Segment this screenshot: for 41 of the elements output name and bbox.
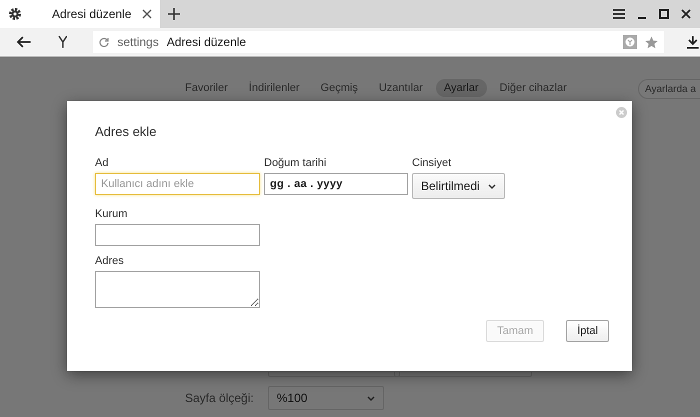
- input-field[interactable]: Kullanıcı adını ekle: [95, 173, 260, 195]
- field-label: Doğum tarihi: [264, 157, 328, 169]
- plus-icon[interactable]: [168, 8, 180, 20]
- gender-select[interactable]: Belirtilmedi: [412, 173, 505, 199]
- close-icon[interactable]: [142, 9, 152, 19]
- address-field[interactable]: [95, 271, 260, 308]
- address-bar[interactable]: settings Adresi düzenle: [93, 31, 664, 53]
- browser-tab[interactable]: Adresi düzenle: [0, 0, 160, 28]
- gear-icon: [8, 7, 22, 21]
- logo-icon[interactable]: [58, 35, 68, 49]
- select-field[interactable]: [394, 372, 532, 377]
- search-field[interactable]: Ayarlarda a: [638, 79, 700, 99]
- menu-icon[interactable]: [612, 8, 626, 20]
- nav-tab[interactable]: Geçmiş: [312, 79, 366, 97]
- field-label: Adres: [95, 255, 125, 267]
- reload-icon[interactable]: [99, 37, 110, 47]
- chevron-down-icon: [488, 184, 496, 188]
- url-scheme: settings: [117, 35, 159, 49]
- nav-tab[interactable]: Uzantılar: [370, 79, 431, 97]
- download-icon[interactable]: [686, 35, 700, 49]
- field-label: Ad: [95, 157, 110, 169]
- url-text: Adresi düzenle: [166, 35, 246, 49]
- nav-tab[interactable]: Diğer cihazlar: [492, 79, 575, 97]
- star-icon[interactable]: [645, 36, 658, 48]
- input-field[interactable]: [95, 224, 260, 246]
- dialog-title: Adres ekle: [95, 124, 158, 139]
- page-zoom-select[interactable]: %100: [268, 386, 384, 410]
- back-arrow-icon[interactable]: [16, 36, 32, 48]
- dialog-button[interactable]: İptal: [566, 320, 609, 342]
- field-label: Kurum: [95, 208, 128, 220]
- nav-tab[interactable]: İndirilenler: [240, 79, 308, 97]
- select-field[interactable]: [268, 372, 400, 377]
- date-field[interactable]: gg . aa . yyyy: [264, 173, 408, 195]
- close-icon[interactable]: [680, 8, 692, 20]
- chevron-down-icon: [366, 396, 375, 400]
- page-zoom-label: Sayfa ölçeği:: [185, 391, 254, 405]
- tab-title: Adresi düzenle: [51, 7, 132, 21]
- nav-tab[interactable]: Ayarlar: [436, 79, 487, 97]
- nav-tab[interactable]: Favoriler: [177, 79, 236, 97]
- maximize-icon[interactable]: [658, 8, 670, 20]
- field-label: Cinsiyet: [412, 157, 452, 169]
